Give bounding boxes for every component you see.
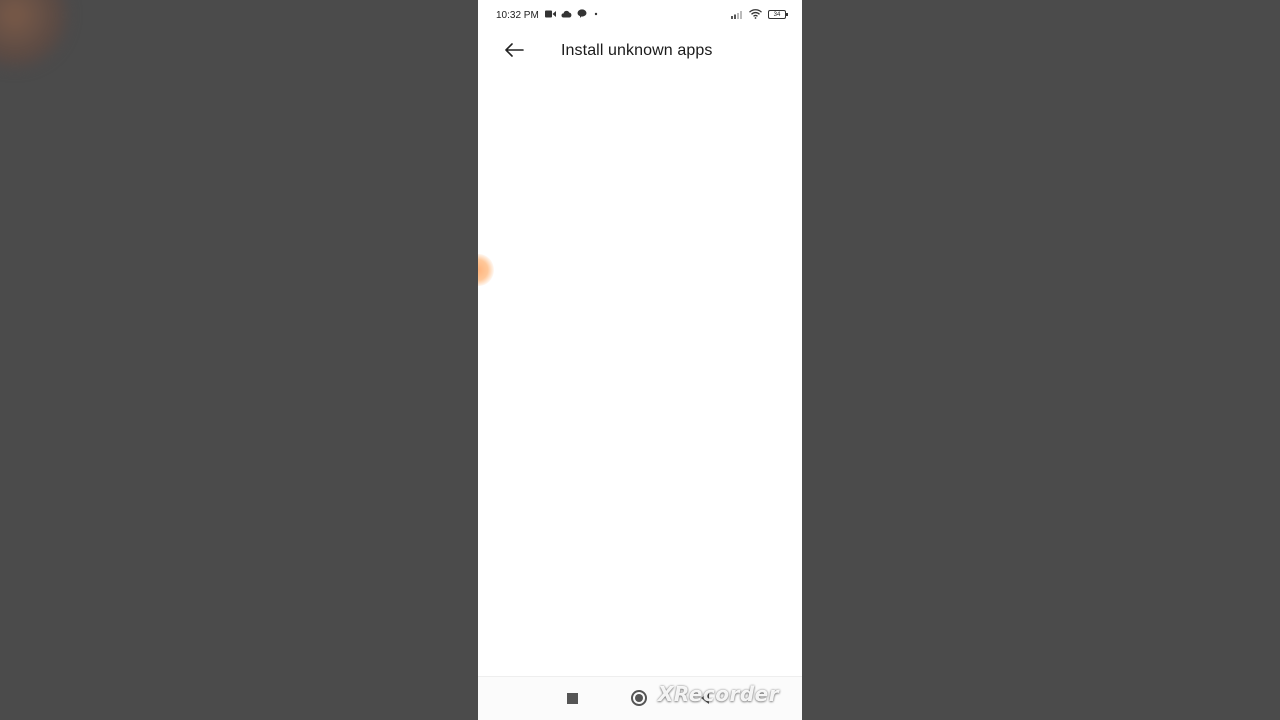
back-arrow-icon	[504, 42, 524, 62]
background-blur-decoration	[0, 0, 70, 70]
page-title: Install unknown apps	[561, 42, 713, 59]
battery-icon: 34	[768, 9, 788, 19]
status-notification-icons	[545, 9, 600, 18]
status-bar: 10:32 PM 34	[478, 0, 802, 30]
chat-bubble-icon	[577, 9, 587, 18]
wifi-icon	[749, 9, 762, 19]
back-button[interactable]	[500, 40, 528, 64]
app-bar: Install unknown apps	[478, 30, 802, 74]
status-time: 10:32 PM	[496, 10, 539, 21]
touch-indicator	[478, 254, 494, 286]
cloud-icon	[561, 10, 572, 18]
home-button[interactable]	[631, 690, 647, 706]
status-system-icons: 34	[731, 9, 788, 19]
dot-icon	[592, 10, 600, 18]
recents-button[interactable]	[567, 693, 578, 704]
navigation-bar: XRecorder	[478, 676, 802, 720]
video-camera-icon	[545, 10, 556, 18]
phone-screen: 10:32 PM 34 Install unknown apps XRecord…	[478, 0, 802, 720]
recorder-watermark: XRecorder	[658, 682, 780, 706]
signal-icon	[731, 10, 743, 19]
